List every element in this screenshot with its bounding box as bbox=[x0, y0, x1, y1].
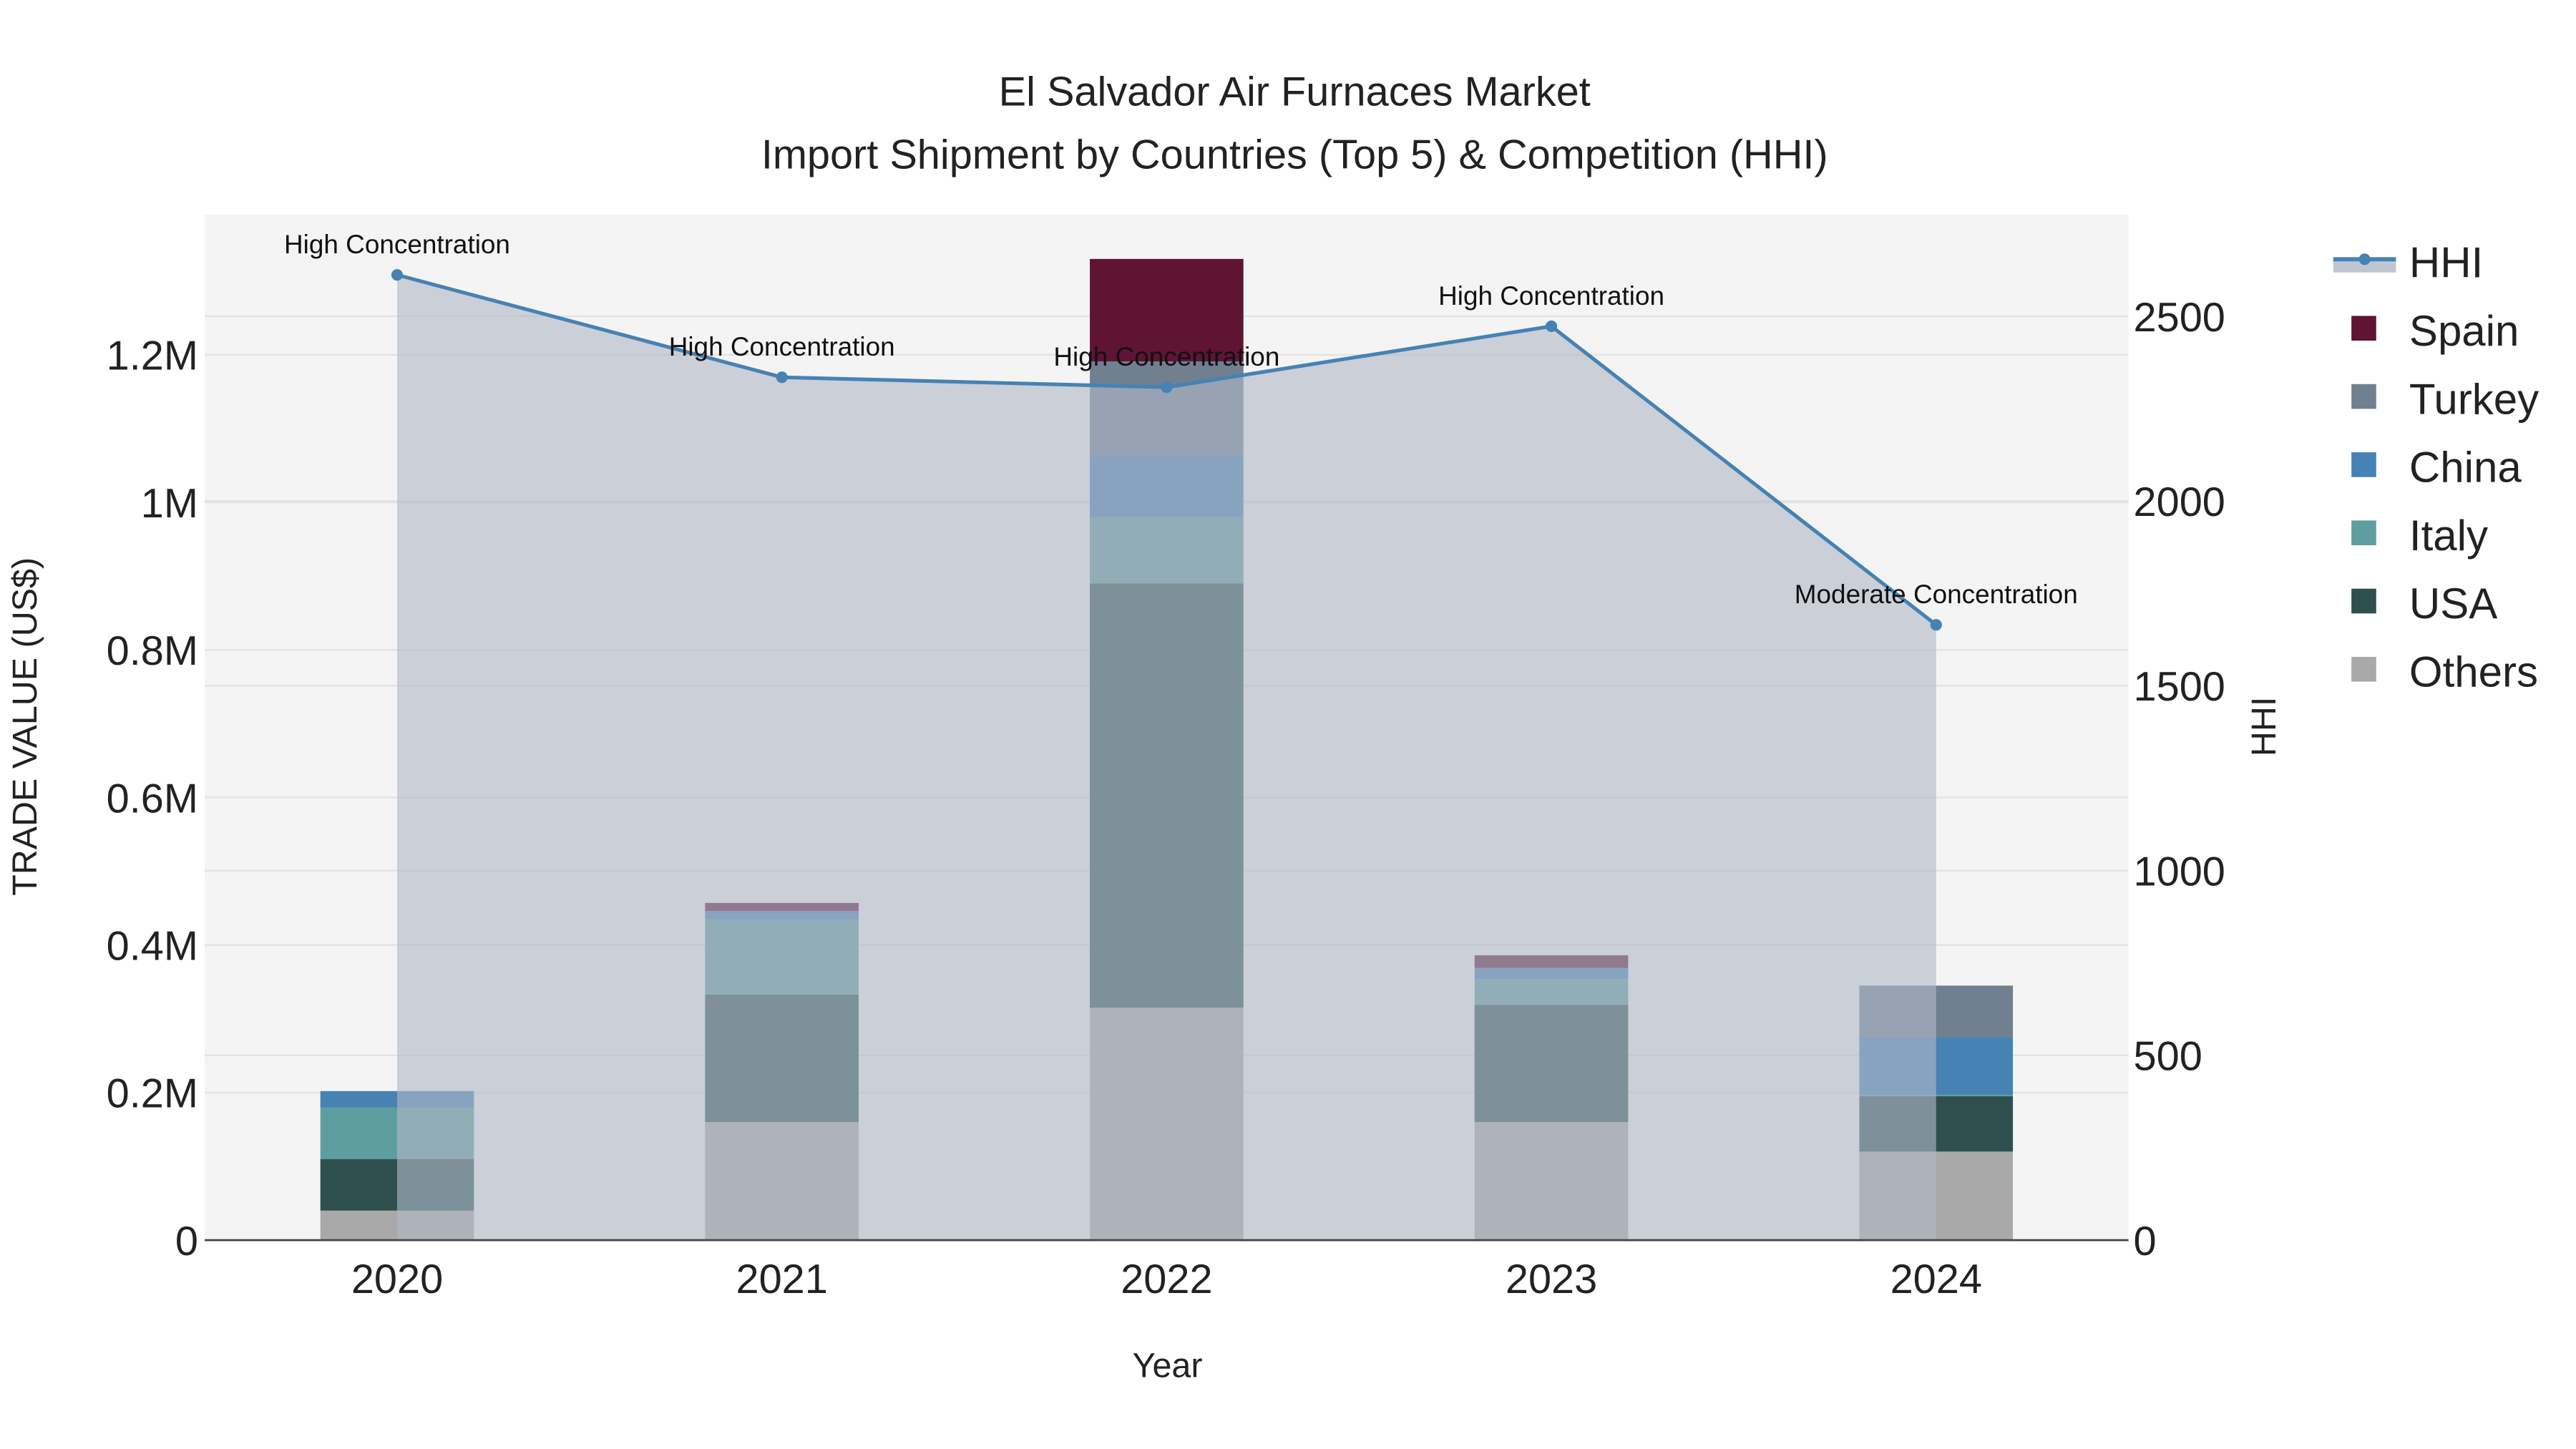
y-tick-label: 1M bbox=[141, 481, 198, 527]
y-tick-label: 0.6M bbox=[107, 776, 198, 821]
hhi-annotation: High Concentration bbox=[284, 230, 510, 259]
y-axis-title: TRADE VALUE (US$) bbox=[6, 557, 44, 896]
legend-swatch-spain bbox=[2351, 316, 2376, 341]
hhi-annotation: High Concentration bbox=[669, 332, 895, 361]
x-axis-title: Year bbox=[1133, 1347, 1203, 1385]
legend-label-others: Others bbox=[2409, 648, 2538, 696]
hhi-annotation: High Concentration bbox=[1438, 281, 1664, 311]
chart-title: El Salvador Air Furnaces Market bbox=[999, 69, 1591, 115]
legend-swatch-china bbox=[2351, 452, 2376, 477]
y2-tick-label: 500 bbox=[2134, 1034, 2202, 1080]
hhi-point bbox=[1161, 381, 1173, 394]
hhi-annotation: Moderate Concentration bbox=[1795, 580, 2078, 609]
chart-subtitle: Import Shipment by Countries (Top 5) & C… bbox=[761, 132, 1828, 177]
y-tick-label: 0.2M bbox=[107, 1071, 198, 1117]
x-tick-label: 2023 bbox=[1506, 1257, 1597, 1302]
legend-label-spain: Spain bbox=[2409, 307, 2519, 355]
legend-swatch-others bbox=[2351, 657, 2376, 682]
y-tick-label: 0 bbox=[175, 1219, 198, 1264]
legend-label-hhi: HHI bbox=[2409, 239, 2483, 287]
hhi-point bbox=[391, 269, 404, 281]
x-tick-label: 2022 bbox=[1121, 1257, 1212, 1302]
legend-label-turkey: Turkey bbox=[2409, 375, 2539, 423]
legend-swatch-turkey bbox=[2351, 384, 2376, 409]
legend-hhi-marker bbox=[2358, 253, 2371, 265]
y2-tick-label: 1500 bbox=[2134, 664, 2225, 710]
y2-axis-title: HHI bbox=[2245, 697, 2283, 756]
hhi-point bbox=[1546, 320, 1558, 333]
y2-tick-label: 1000 bbox=[2134, 849, 2225, 894]
legend-swatch-italy bbox=[2351, 520, 2376, 545]
legend-swatch-usa bbox=[2351, 588, 2376, 614]
legend-label-china: China bbox=[2409, 444, 2522, 492]
y-tick-label: 0.8M bbox=[107, 628, 198, 674]
hhi-point bbox=[776, 371, 788, 384]
y2-tick-label: 2500 bbox=[2134, 295, 2225, 341]
y2-tick-label: 0 bbox=[2134, 1219, 2157, 1264]
x-tick-label: 2024 bbox=[1890, 1257, 1982, 1302]
y-tick-label: 0.4M bbox=[107, 923, 198, 969]
legend-label-italy: Italy bbox=[2409, 512, 2488, 560]
x-tick-label: 2020 bbox=[351, 1257, 443, 1302]
y2-tick-label: 2000 bbox=[2134, 479, 2225, 525]
chart: High Concentration High Concentration High… bbox=[0, 0, 2576, 1449]
hhi-annotation: High Concentration bbox=[1053, 342, 1279, 371]
hhi-point bbox=[1930, 619, 1942, 631]
x-tick-label: 2021 bbox=[736, 1257, 828, 1302]
y-tick-label: 1.2M bbox=[107, 333, 198, 379]
legend-label-usa: USA bbox=[2409, 580, 2497, 628]
